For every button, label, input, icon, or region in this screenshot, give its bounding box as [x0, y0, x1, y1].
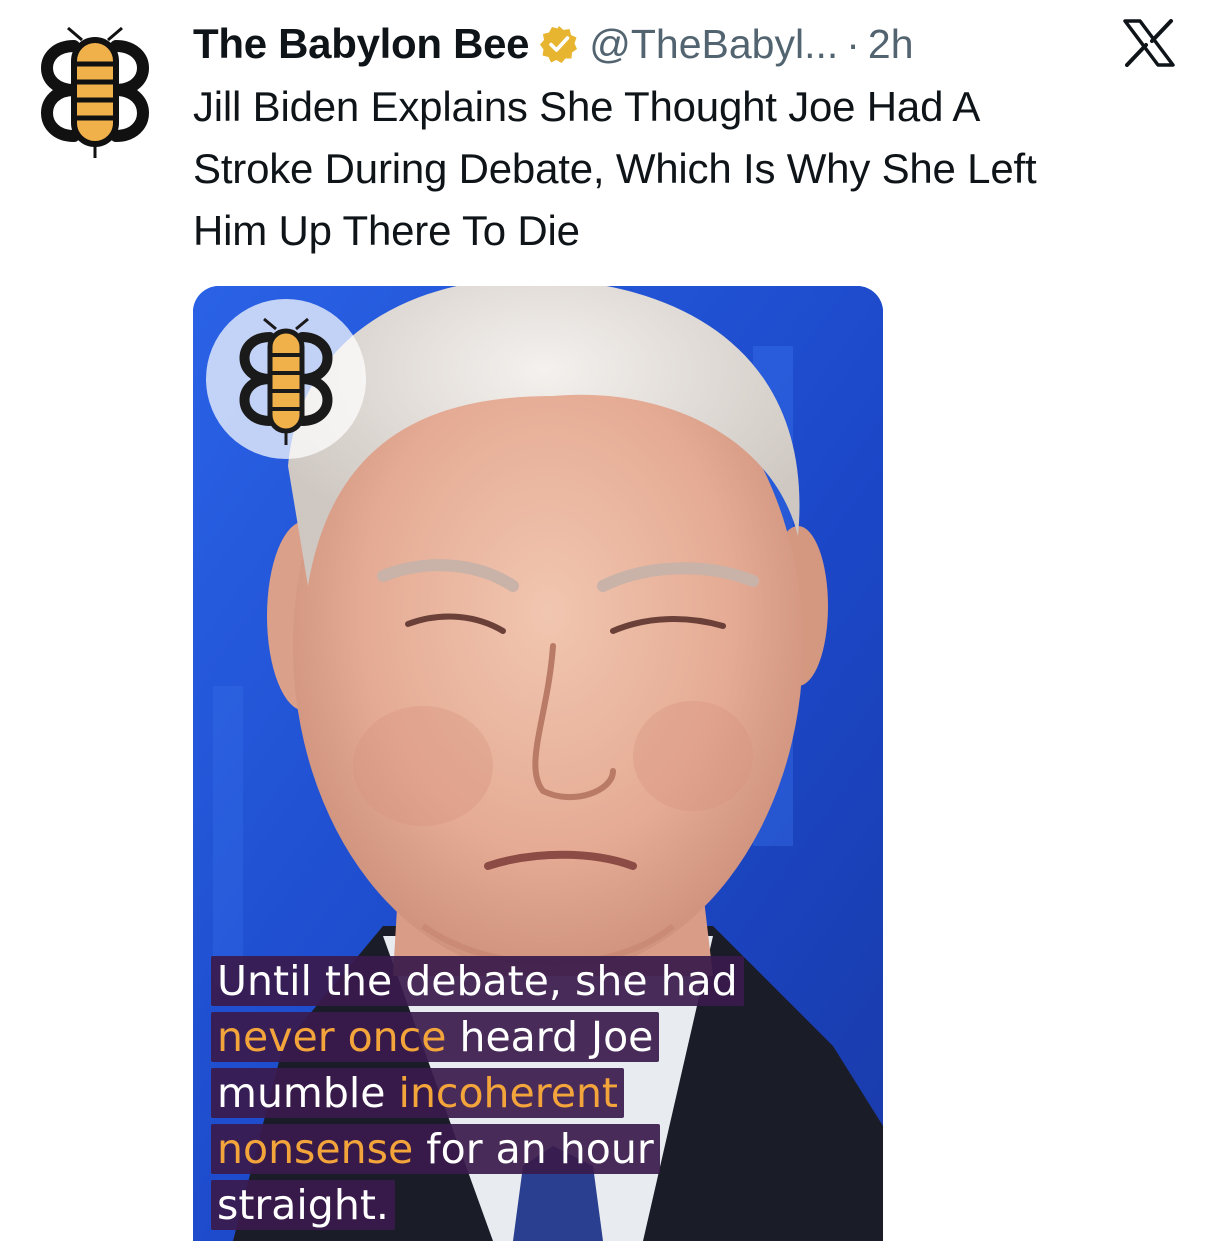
caption-text: straight. [217, 1181, 389, 1229]
user-handle[interactable]: @TheBabyl... [589, 21, 838, 68]
caption-line: mumble incoherent [211, 1068, 625, 1118]
post-timestamp[interactable]: 2h [868, 21, 914, 68]
display-name[interactable]: The Babylon Bee [193, 20, 530, 68]
babylon-bee-logo-icon [41, 26, 149, 158]
post-header: The Babylon Bee @TheBabyl... · 2h [193, 14, 1093, 74]
avatar[interactable] [30, 24, 160, 164]
caption-text: for an hour [413, 1125, 654, 1173]
caption-highlight: incoherent [398, 1069, 619, 1117]
media-watermark [206, 299, 366, 459]
caption-text: heard Joe [446, 1013, 654, 1061]
caption-line: Until the debate, she had [211, 956, 744, 1006]
post-text: Jill Biden Explains She Thought Joe Had … [193, 76, 1183, 262]
caption-text: Until the debate, she had [217, 957, 738, 1005]
verified-badge-icon [539, 24, 579, 64]
babylon-bee-logo-icon [206, 299, 366, 459]
caption-text: mumble [217, 1069, 399, 1117]
caption-line: straight. [211, 1180, 395, 1230]
caption-highlight: never once [217, 1013, 447, 1061]
caption-line: nonsense for an hour [211, 1124, 660, 1174]
post-text-line: Jill Biden Explains She Thought Joe Had … [193, 83, 981, 130]
x-logo-icon [1123, 19, 1175, 67]
post-text-line: Stroke During Debate, Which Is Why She L… [193, 145, 1037, 192]
caption-highlight: nonsense [217, 1125, 414, 1173]
separator-dot: · [846, 20, 860, 67]
caption-line: never once heard Joe [211, 1012, 660, 1062]
post-text-line: Him Up There To Die [193, 207, 580, 254]
